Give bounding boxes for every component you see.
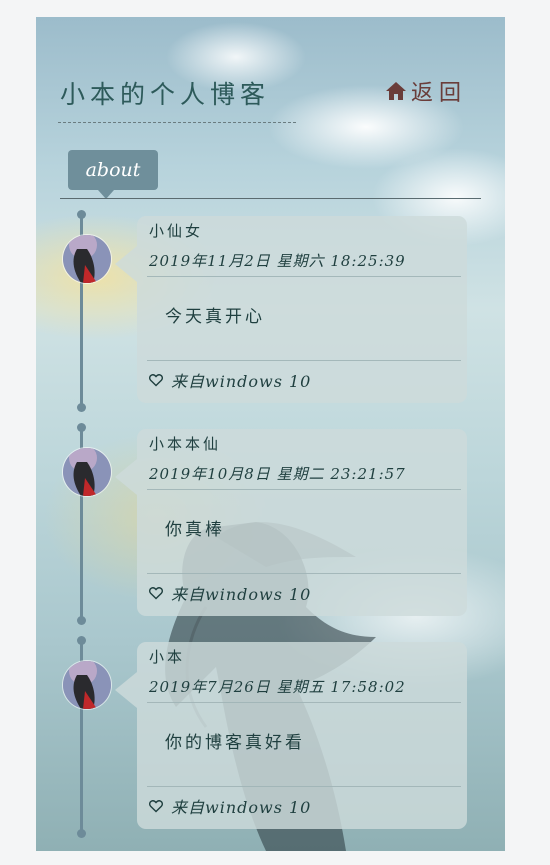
post-item: 小仙女 2019年11月2日 星期六 18:25:39 今天真开心 来自wind…: [36, 207, 505, 414]
post-source: 来自windows 10: [149, 794, 311, 818]
card-divider: [147, 573, 461, 574]
avatar-image: [63, 448, 111, 496]
back-label: 返回: [410, 81, 467, 106]
post-datetime: 2019年7月26日 星期五 17:58:02: [149, 678, 406, 696]
card-divider: [147, 489, 461, 490]
post-source-label: 来自windows 10: [171, 585, 312, 604]
post-card[interactable]: 小本 2019年7月26日 星期五 17:58:02 你的博客真好看 来自win…: [115, 642, 467, 829]
post-author: 小本: [149, 648, 186, 666]
home-icon: [385, 82, 406, 100]
post-source-label: 来自windows 10: [171, 798, 312, 817]
card-divider: [147, 702, 461, 703]
post-card[interactable]: 小本本仙 2019年10月8日 星期二 23:21:57 你真棒 来自windo…: [115, 429, 467, 616]
avatar[interactable]: [62, 234, 112, 284]
heart-icon[interactable]: [149, 586, 163, 600]
post-content: 今天真开心: [165, 307, 265, 327]
timeline-dot: [77, 616, 86, 625]
avatar-image: [63, 661, 111, 709]
timeline-dot: [77, 403, 86, 412]
post-card[interactable]: 小仙女 2019年11月2日 星期六 18:25:39 今天真开心 来自wind…: [115, 216, 467, 403]
post-author: 小本本仙: [149, 435, 222, 453]
card-divider: [147, 276, 461, 277]
heart-icon[interactable]: [149, 373, 163, 387]
post-item: 小本本仙 2019年10月8日 星期二 23:21:57 你真棒 来自windo…: [36, 420, 505, 627]
avatar[interactable]: [62, 660, 112, 710]
tab-about[interactable]: about: [68, 150, 158, 199]
tab-about-label: about: [85, 159, 141, 181]
blog-page: 小本的个人博客 返回 about 小仙女 2019年11月2日 星期六 18:2…: [36, 17, 505, 851]
post-source: 来自windows 10: [149, 581, 311, 605]
post-datetime: 2019年11月2日 星期六 18:25:39: [149, 252, 406, 270]
heart-icon[interactable]: [149, 799, 163, 813]
blog-header: 小本的个人博客 返回 about: [36, 17, 505, 207]
avatar-image: [63, 235, 111, 283]
timeline-dot: [77, 636, 86, 645]
post-content: 你的博客真好看: [165, 733, 305, 753]
blog-title: 小本的个人博客: [60, 80, 271, 109]
post-item: 小本 2019年7月26日 星期五 17:58:02 你的博客真好看 来自win…: [36, 633, 505, 840]
post-source-label: 来自windows 10: [171, 372, 312, 391]
timeline-dot: [77, 829, 86, 838]
section-divider: [60, 198, 481, 199]
back-button[interactable]: 返回: [385, 75, 467, 107]
post-author: 小仙女: [149, 222, 204, 240]
post-datetime: 2019年10月8日 星期二 23:21:57: [149, 465, 406, 483]
card-divider: [147, 786, 461, 787]
timeline-dot: [77, 423, 86, 432]
post-source: 来自windows 10: [149, 368, 311, 392]
avatar[interactable]: [62, 447, 112, 497]
timeline-dot: [77, 210, 86, 219]
title-underline: [58, 122, 296, 123]
post-content: 你真棒: [165, 520, 225, 540]
card-divider: [147, 360, 461, 361]
